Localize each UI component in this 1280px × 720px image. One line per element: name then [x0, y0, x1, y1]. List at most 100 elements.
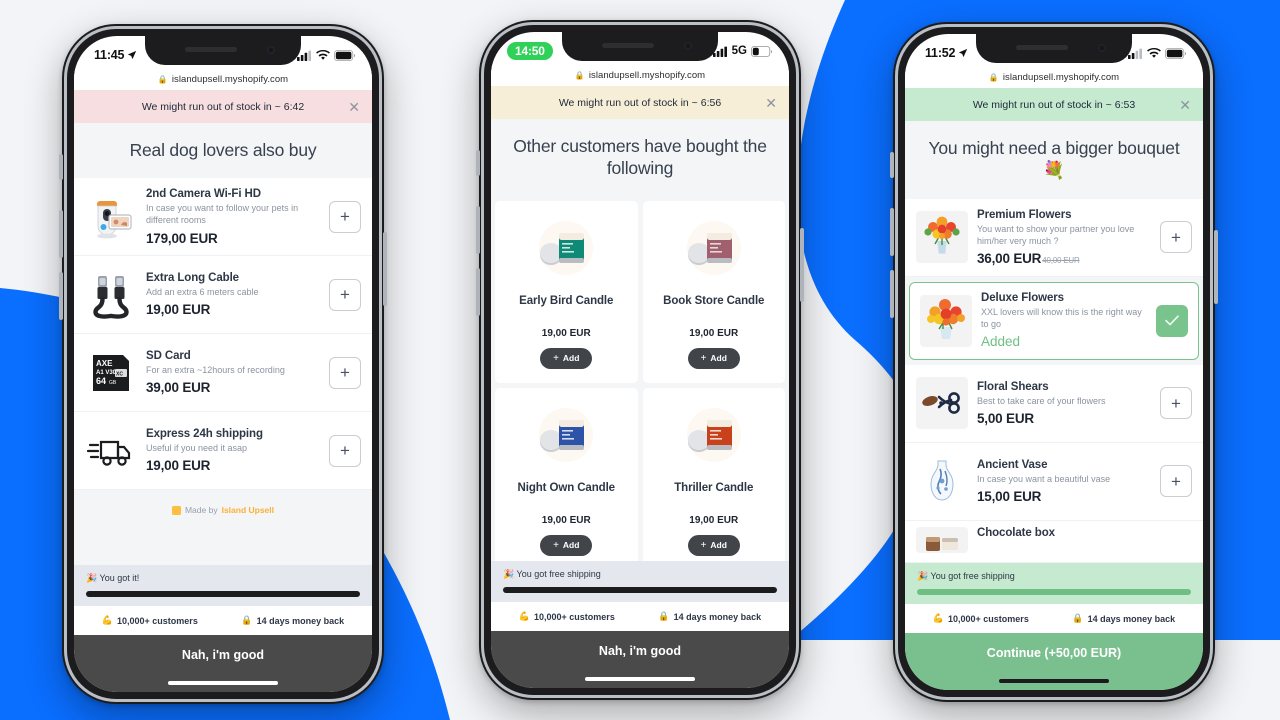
list-item[interactable]: Floral Shears Best to take care of your … — [905, 364, 1203, 443]
silent-switch[interactable] — [476, 150, 480, 176]
add-product-button[interactable]: + — [329, 434, 361, 467]
add-product-button[interactable]: + — [1160, 221, 1192, 254]
list-item-selected[interactable]: Deluxe Flowers XXL lovers will know this… — [909, 281, 1199, 360]
power-button[interactable] — [800, 228, 804, 302]
volume-up-button[interactable] — [59, 210, 63, 258]
progress-text: 🎉 You got free shipping — [503, 569, 601, 579]
add-product-button[interactable]: + Add — [687, 534, 740, 556]
volume-down-button[interactable] — [59, 272, 63, 320]
trust-label: 14 days money back — [256, 615, 345, 626]
svg-text:AXE: AXE — [96, 359, 113, 368]
power-button[interactable] — [383, 232, 387, 306]
silent-switch[interactable] — [890, 152, 894, 178]
status-indicators — [1128, 47, 1187, 59]
list-item[interactable]: Extra Long Cable Add an extra 6 meters c… — [74, 256, 372, 335]
progress-bar — [917, 589, 1191, 595]
product-name: Ancient Vase — [977, 458, 1048, 471]
product-card[interactable]: Night Own Candle 19,00 EUR + Add — [495, 387, 638, 561]
product-thumbnail — [916, 211, 968, 264]
phone-center-screen: 14:50 5G 🔒 islandupsell.myshopify.com We… — [491, 32, 789, 688]
product-thumbnail — [85, 425, 137, 477]
product-desc: For an extra ~12hours of recording — [146, 365, 285, 376]
progress-text: 🎉 You got it! — [86, 573, 140, 583]
product-thumbnail — [920, 294, 972, 347]
made-by-credit[interactable]: Made by Island Upsell — [74, 490, 372, 542]
list-item[interactable]: AXE A1 V30 64 GB XC SD Card For an extra… — [74, 334, 372, 413]
browser-url-bar[interactable]: 🔒 islandupsell.myshopify.com — [74, 68, 372, 90]
home-indicator — [585, 677, 695, 681]
stock-warning-banner: We might run out of stock in ~ 6:56 ✕ — [491, 86, 789, 119]
product-info: Extra Long Cable Add an extra 6 meters c… — [146, 272, 320, 317]
product-price: 36,00 EUR40,00 EUR — [977, 251, 1151, 266]
volume-up-button[interactable] — [476, 206, 480, 254]
continue-button[interactable]: Continue (+50,00 EUR) — [905, 633, 1203, 690]
add-product-button[interactable]: + — [329, 356, 361, 389]
check-icon — [1165, 315, 1179, 326]
product-name: Early Bird Candle — [519, 294, 614, 307]
product-thumbnail — [85, 191, 137, 243]
product-price: 19,00 EUR — [146, 458, 211, 474]
plus-icon: + — [700, 352, 707, 364]
list-item[interactable]: Ancient Vase In case you want a beautifu… — [905, 442, 1203, 521]
product-desc: In case you want to follow your pets in … — [146, 203, 299, 226]
add-product-button[interactable]: + — [1160, 465, 1192, 498]
product-info: Ancient Vase In case you want a beautifu… — [977, 459, 1151, 504]
add-product-button[interactable]: + — [1160, 387, 1192, 420]
product-price: 39,00 EUR — [146, 380, 211, 396]
add-product-button[interactable]: + — [329, 278, 361, 311]
lock-icon: 🔒 — [157, 74, 168, 84]
progress-text: 🎉 You got free shipping — [917, 571, 1015, 581]
volume-up-button[interactable] — [890, 208, 894, 256]
decline-button[interactable]: Nah, i'm good — [74, 635, 372, 692]
trust-badges: 💪 10,000+ customers 🔒 14 days money back — [74, 606, 372, 635]
volume-down-button[interactable] — [476, 268, 480, 316]
status-indicators — [297, 49, 356, 61]
close-icon[interactable]: ✕ — [765, 96, 777, 110]
sd-card-icon: AXE A1 V30 64 GB XC — [93, 354, 129, 391]
wifi-icon — [1147, 47, 1161, 58]
made-by-brand[interactable]: Island Upsell — [222, 505, 274, 515]
add-product-button[interactable]: + — [329, 200, 361, 233]
browser-url-bar[interactable]: 🔒 islandupsell.myshopify.com — [491, 64, 789, 86]
list-item-partial[interactable]: Chocolate box — [905, 520, 1203, 563]
add-product-button[interactable]: + Add — [540, 534, 593, 556]
trust-label: 14 days money back — [1087, 613, 1176, 624]
status-time-wrap: 11:45 — [94, 48, 137, 62]
product-card[interactable]: Book Store Candle 19,00 EUR + Add — [642, 200, 785, 383]
product-price: 19,00 EUR — [541, 514, 591, 526]
product-thumbnail — [683, 217, 745, 279]
added-check-button[interactable] — [1156, 304, 1188, 337]
trust-badge-money-back: 🔒 14 days money back — [658, 611, 761, 622]
floral-shears-icon — [922, 392, 960, 415]
svg-text:GB: GB — [109, 380, 117, 386]
browser-url-bar[interactable]: 🔒 islandupsell.myshopify.com — [905, 66, 1203, 88]
list-item[interactable]: Premium Flowers You want to show your pa… — [905, 198, 1203, 277]
product-card[interactable]: Thriller Candle 19,00 EUR + Add — [642, 387, 785, 561]
product-grid[interactable]: Early Bird Candle 19,00 EUR + Add Book S… — [491, 196, 789, 561]
network-type-label: 5G — [731, 45, 747, 57]
product-desc: XXL lovers will know this is the right w… — [981, 307, 1142, 330]
add-product-button[interactable]: + Add — [540, 347, 593, 369]
battery-icon — [334, 49, 356, 61]
trust-badges: 💪 10,000+ customers 🔒 14 days money back — [905, 604, 1203, 633]
product-name: SD Card — [146, 350, 191, 363]
trust-badge-money-back: 🔒 14 days money back — [1072, 613, 1175, 624]
product-card[interactable]: Early Bird Candle 19,00 EUR + Add — [495, 200, 638, 383]
product-name: 2nd Camera Wi-Fi HD — [146, 188, 261, 201]
cta-label: Continue (+50,00 EUR) — [986, 646, 1122, 660]
cellular-signal-icon — [712, 46, 727, 57]
add-product-button[interactable]: + Add — [687, 347, 740, 369]
product-list[interactable]: 2nd Camera Wi-Fi HD In case you want to … — [74, 178, 372, 565]
muscle-icon: 💪 — [101, 615, 114, 625]
price-current: 36,00 EUR — [977, 250, 1042, 266]
close-icon[interactable]: ✕ — [1179, 98, 1191, 112]
silent-switch[interactable] — [59, 154, 63, 180]
list-item[interactable]: Express 24h shipping Useful if you need … — [74, 412, 372, 491]
decline-button[interactable]: Nah, i'm good — [491, 631, 789, 688]
power-button[interactable] — [1214, 230, 1218, 304]
muscle-icon: 💪 — [518, 611, 531, 621]
product-list[interactable]: Premium Flowers You want to show your pa… — [905, 198, 1203, 563]
list-item[interactable]: 2nd Camera Wi-Fi HD In case you want to … — [74, 178, 372, 257]
close-icon[interactable]: ✕ — [348, 100, 360, 114]
volume-down-button[interactable] — [890, 270, 894, 318]
